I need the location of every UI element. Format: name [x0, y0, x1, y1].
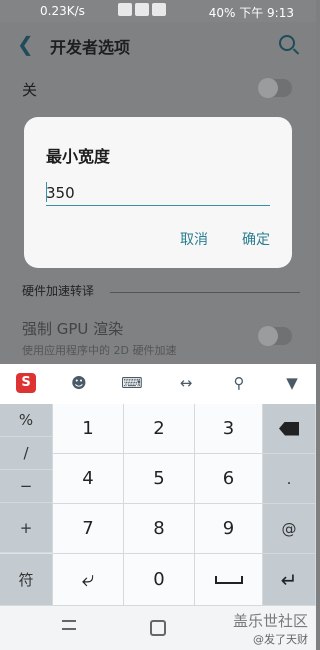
key-symbols[interactable]: 符	[0, 554, 53, 606]
wifi-icon	[118, 3, 132, 16]
battery-level: 40%	[208, 6, 236, 20]
search-icon[interactable]	[279, 35, 295, 51]
back-icon[interactable]: ❮	[17, 32, 34, 56]
key-percent[interactable]: %	[0, 404, 53, 437]
key-7[interactable]: 7	[53, 504, 124, 554]
key-9[interactable]: 9	[195, 504, 263, 554]
watermark-title: 盖乐世社区	[232, 612, 308, 630]
space-icon	[214, 575, 243, 584]
keyboard-toolbar: S ☻ ⌨ ↔ ⚲ ▼	[0, 364, 316, 405]
undo-arrow-icon: ⤶	[81, 567, 95, 592]
key-back-arrow[interactable]: ⤶	[53, 554, 124, 606]
page-title: 开发者选项	[50, 38, 131, 57]
battery-icon	[152, 3, 166, 16]
search-icon[interactable]: ⚲	[227, 374, 251, 392]
navigation-bar: 盖乐世社区 @发了天财	[0, 606, 316, 650]
key-3[interactable]: 3	[195, 404, 263, 454]
key-slash[interactable]: /	[0, 437, 53, 470]
signal-icon	[135, 3, 149, 16]
key-minus[interactable]: −	[0, 470, 53, 503]
enter-icon: ↵	[280, 567, 298, 592]
home-icon[interactable]	[150, 620, 166, 636]
min-width-input[interactable]	[46, 181, 270, 206]
recent-apps-icon[interactable]	[62, 620, 76, 630]
key-backspace[interactable]	[263, 404, 316, 454]
cursor-move-icon[interactable]: ↔	[174, 374, 198, 392]
key-plus[interactable]: +	[0, 503, 53, 553]
key-dot[interactable]: .	[263, 454, 316, 504]
status-icons	[118, 3, 166, 16]
key-enter[interactable]: ↵	[263, 554, 316, 606]
master-switch-label: 关	[22, 81, 38, 99]
key-space[interactable]	[195, 554, 263, 606]
clock: 下午 9:13	[239, 6, 294, 20]
collapse-icon[interactable]: ▼	[280, 374, 304, 392]
force-gpu-subtitle: 使用应用程序中的 2D 硬件加速	[22, 344, 177, 357]
backspace-icon	[279, 421, 299, 436]
cancel-button[interactable]: 取消	[180, 229, 208, 249]
text-cursor	[46, 182, 47, 202]
key-8[interactable]: 8	[124, 504, 195, 554]
section-header: 硬件加速转译	[22, 284, 95, 298]
key-at[interactable]: @	[263, 504, 316, 554]
master-toggle[interactable]	[258, 78, 292, 98]
watermark-author: @发了天财	[253, 633, 308, 646]
keyboard-icon[interactable]: ⌨	[120, 374, 144, 392]
sogou-logo-icon[interactable]: S	[16, 373, 36, 393]
status-bar: 0.23K/s 40% 下午 9:13	[0, 0, 316, 22]
key-6[interactable]: 6	[195, 454, 263, 504]
min-width-dialog: 最小宽度 取消 确定	[24, 117, 292, 268]
watermark: 盖乐世社区 @发了天财	[233, 610, 308, 647]
key-0[interactable]: 0	[124, 554, 195, 606]
ok-button[interactable]: 确定	[242, 229, 270, 249]
dialog-title: 最小宽度	[46, 147, 111, 166]
key-5[interactable]: 5	[124, 454, 195, 504]
emoji-icon[interactable]: ☻	[67, 374, 91, 392]
keyboard: S ☻ ⌨ ↔ ⚲ ▼ % / − + 1 2 3 4 5 6 7 8 9 . …	[0, 364, 316, 606]
screen: 0.23K/s 40% 下午 9:13 ❮ 开发者选项 关 硬件加速转译 强制 …	[0, 0, 316, 650]
force-gpu-toggle[interactable]	[258, 326, 292, 346]
key-2[interactable]: 2	[124, 404, 195, 454]
key-4[interactable]: 4	[53, 454, 124, 504]
force-gpu-title: 强制 GPU 渲染	[22, 320, 124, 338]
network-speed: 0.23K/s	[40, 4, 85, 18]
app-bar: ❮ 开发者选项	[0, 22, 316, 66]
key-1[interactable]: 1	[53, 404, 124, 454]
divider	[110, 292, 300, 293]
